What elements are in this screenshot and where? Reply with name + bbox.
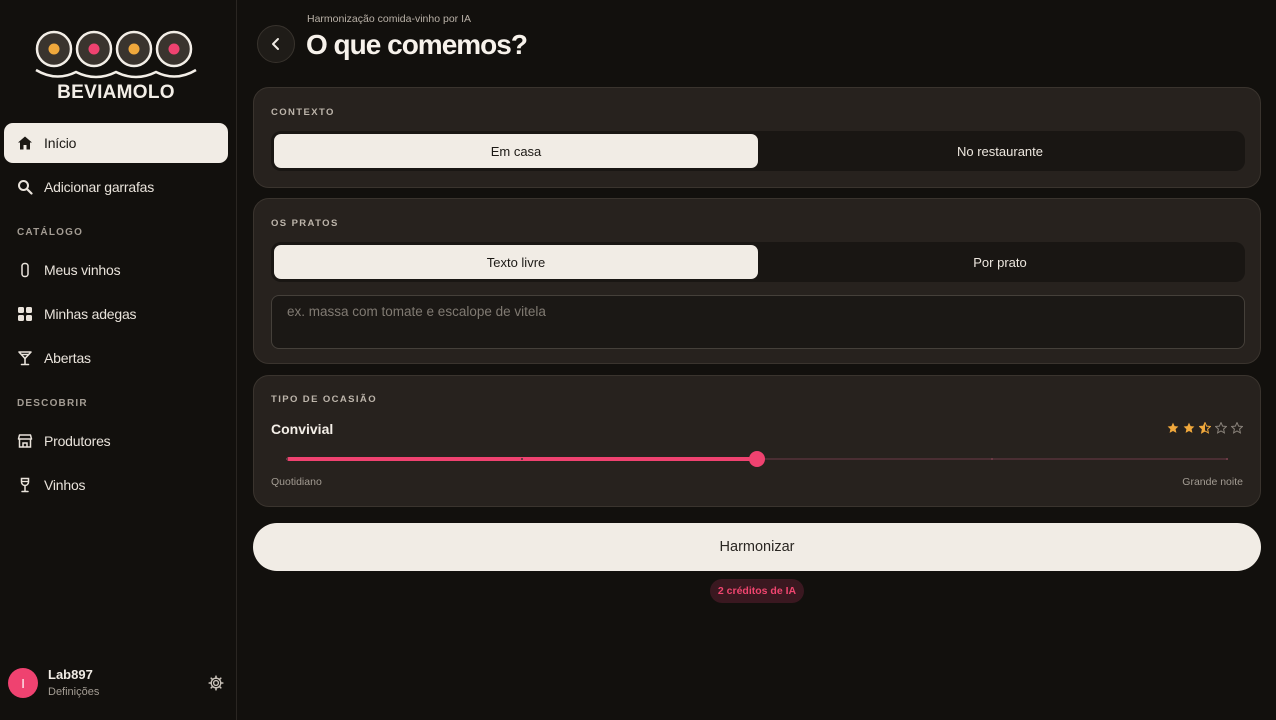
context-card: CONTEXTO Em casa No restaurante [253,87,1261,188]
sidebar-item-vinhos[interactable]: Vinhos [4,465,228,505]
sidebar-item-minhas-adegas[interactable]: Minhas adegas [4,294,228,334]
sidebar-item-meus-vinhos[interactable]: Meus vinhos [4,250,228,290]
sidebar-item-label: Produtores [44,433,111,449]
sidebar: BEVIAMOLO Início Adicionar garrafas CATÁ… [0,0,237,720]
occasion-slider-tick [286,458,288,460]
home-icon [16,134,34,152]
gear-icon[interactable] [208,675,224,691]
sidebar-item-label: Adicionar garrafas [44,179,155,195]
sidebar-item-label: Vinhos [44,477,86,493]
context-segmented-control: Em casa No restaurante [271,131,1245,171]
occasion-rating [1167,422,1243,434]
back-button[interactable] [257,25,295,63]
page-eyebrow: Harmonização comida-vinho por IA [307,13,471,25]
dishes-input[interactable] [271,295,1245,349]
wine-glass-icon [16,476,34,494]
harmonize-button[interactable]: Harmonizar [253,523,1261,571]
occasion-value: Convivial [271,421,334,437]
dishes-option-texto-livre[interactable]: Texto livre [274,245,758,279]
occasion-slider-tick [991,458,993,460]
brand-name: BEVIAMOLO [57,82,175,103]
context-label: CONTEXTO [271,107,335,118]
dishes-segmented-control: Texto livre Por prato [271,242,1245,282]
page-title: O que comemos? [306,29,528,60]
occasion-min-label: Quotidiano [271,476,322,488]
star-half-icon [1199,422,1211,434]
context-option-no-restaurante[interactable]: No restaurante [758,134,1242,168]
search-icon [16,178,34,196]
ai-credits-badge: 2 créditos de IA [710,579,804,603]
star-empty-icon [1215,422,1227,434]
sidebar-item-inicio[interactable]: Início [4,123,228,163]
star-filled-icon [1167,422,1179,433]
chevron-left-icon [272,38,279,50]
sidebar-item-abertas[interactable]: Abertas [4,338,228,378]
user-settings-link[interactable]: Definições [48,686,99,698]
cocktail-glass-icon [16,349,34,367]
store-icon [16,432,34,450]
occasion-card: TIPO DE OCASIÃO Convivial Quotidiano Gra… [253,375,1261,507]
dishes-label: OS PRATOS [271,218,339,229]
sidebar-item-produtores[interactable]: Produtores [4,421,228,461]
dishes-card: OS PRATOS Texto livre Por prato [253,198,1261,364]
occasion-label: TIPO DE OCASIÃO [271,394,377,405]
context-option-em-casa[interactable]: Em casa [274,134,758,168]
section-label-descobrir: DESCOBRIR [17,398,88,409]
dishes-option-por-prato[interactable]: Por prato [758,245,1242,279]
avatar[interactable]: I [8,668,38,698]
sidebar-item-label: Meus vinhos [44,262,121,278]
occasion-slider-thumb[interactable] [749,451,765,467]
occasion-slider-tick [521,458,523,460]
star-filled-icon [1183,422,1195,433]
occasion-slider-tick [1226,458,1228,460]
star-empty-icon [1231,422,1243,434]
section-label-catalogo: CATÁLOGO [17,227,84,238]
user-name: Lab897 [48,667,93,682]
sidebar-item-label: Início [44,135,77,151]
bottle-icon [16,261,34,279]
sidebar-item-adicionar-garrafas[interactable]: Adicionar garrafas [4,167,228,207]
user-profile[interactable]: I Lab897 Definições [8,667,230,701]
grid-icon [16,305,34,323]
sidebar-item-label: Minhas adegas [44,306,137,322]
occasion-max-label: Grande noite [1182,476,1243,488]
sidebar-item-label: Abertas [44,350,91,366]
